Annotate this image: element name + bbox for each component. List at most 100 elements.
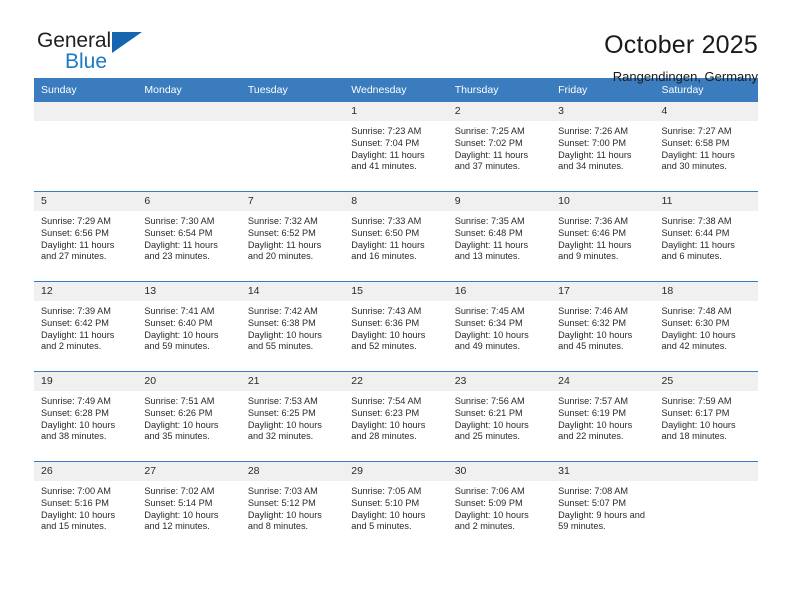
- calendar-day-cell[interactable]: 15 Sunrise: 7:43 AM Sunset: 6:36 PM Dayligh…: [344, 281, 448, 372]
- day-number: 12: [34, 282, 138, 301]
- weekday-header-monday: Monday: [137, 78, 241, 102]
- weekday-header-wednesday: Wednesday: [344, 78, 448, 102]
- title-block: October 2025 Rangendingen, Germany: [604, 30, 758, 85]
- day-number: 2: [447, 102, 552, 121]
- sunset-text: Sunset: 5:10 PM: [351, 497, 420, 508]
- calendar-day-cell[interactable]: 25 Sunrise: 7:59 AM Sunset: 6:17 PM Dayligh…: [654, 371, 758, 462]
- calendar-day-cell[interactable]: 2 Sunrise: 7:25 AM Sunset: 7:02 PM Daylight…: [447, 102, 552, 192]
- day-number: [34, 102, 138, 121]
- sunrise-text: Sunrise: 7:57 AM: [558, 396, 629, 406]
- sunrise-text: Sunrise: 7:08 AM: [558, 486, 629, 496]
- sunrise-text: Sunrise: 7:39 AM: [41, 306, 111, 316]
- calendar-day-cell[interactable]: 11 Sunrise: 7:38 AM Sunset: 6:44 PM Dayligh…: [654, 191, 758, 282]
- sunset-text: Sunset: 6:34 PM: [454, 317, 523, 328]
- calendar-day-cell[interactable]: 4 Sunrise: 7:27 AM Sunset: 6:58 PM Daylight…: [654, 102, 758, 192]
- calendar-day-cell[interactable]: 1 Sunrise: 7:23 AM Sunset: 7:04 PM Daylight…: [344, 102, 448, 192]
- day-details: Sunrise: 7:56 AM Sunset: 6:21 PM Daylight:…: [448, 391, 551, 443]
- day-number: 8: [344, 192, 448, 211]
- daylight-text: Daylight: 10 hours and 45 minutes.: [558, 329, 633, 352]
- sunrise-text: Sunrise: 7:59 AM: [661, 396, 732, 406]
- sunset-text: Sunset: 6:21 PM: [454, 407, 523, 418]
- day-number: 29: [344, 462, 448, 481]
- sunrise-text: Sunrise: 7:53 AM: [247, 396, 318, 406]
- calendar-day-cell[interactable]: 29 Sunrise: 7:05 AM Sunset: 5:10 PM Dayligh…: [344, 461, 448, 551]
- day-number: 11: [654, 192, 758, 211]
- location-subtitle: Rangendingen, Germany: [612, 69, 758, 84]
- sunrise-text: Sunrise: 7:36 AM: [558, 216, 629, 226]
- sunset-text: Sunset: 6:28 PM: [41, 407, 109, 418]
- weekday-header-thursday: Thursday: [447, 78, 552, 102]
- day-details: Sunrise: 7:29 AM Sunset: 6:56 PM Daylight:…: [34, 211, 137, 263]
- day-details: Sunrise: 7:26 AM Sunset: 7:00 PM Daylight:…: [551, 121, 654, 173]
- sunrise-text: Sunrise: 7:54 AM: [351, 396, 422, 406]
- calendar-day-cell[interactable]: 30 Sunrise: 7:06 AM Sunset: 5:09 PM Dayligh…: [447, 461, 552, 551]
- sunset-text: Sunset: 7:02 PM: [454, 137, 523, 148]
- sunset-text: Sunset: 6:50 PM: [351, 227, 420, 238]
- calendar-day-cell[interactable]: 27 Sunrise: 7:02 AM Sunset: 5:14 PM Dayligh…: [137, 461, 241, 551]
- sunrise-text: Sunrise: 7:42 AM: [247, 306, 318, 316]
- calendar-day-cell[interactable]: 3 Sunrise: 7:26 AM Sunset: 7:00 PM Daylight…: [551, 102, 655, 192]
- daylight-text: Daylight: 9 hours and 59 minutes.: [558, 509, 645, 532]
- calendar-day-cell[interactable]: 19 Sunrise: 7:49 AM Sunset: 6:28 PM Dayligh…: [34, 371, 138, 462]
- daylight-text: Daylight: 10 hours and 55 minutes.: [247, 329, 322, 352]
- day-details: Sunrise: 7:32 AM Sunset: 6:52 PM Daylight:…: [241, 211, 344, 263]
- day-details: Sunrise: 7:06 AM Sunset: 5:09 PM Daylight:…: [448, 481, 551, 533]
- daylight-text: Daylight: 10 hours and 38 minutes.: [41, 419, 116, 442]
- calendar-day-cell[interactable]: 13 Sunrise: 7:41 AM Sunset: 6:40 PM Dayligh…: [137, 281, 241, 372]
- calendar-day-cell[interactable]: 23 Sunrise: 7:56 AM Sunset: 6:21 PM Dayligh…: [447, 371, 552, 462]
- calendar-day-cell[interactable]: 9 Sunrise: 7:35 AM Sunset: 6:48 PM Daylight…: [447, 191, 552, 282]
- calendar-day-cell[interactable]: 12 Sunrise: 7:39 AM Sunset: 6:42 PM Dayligh…: [34, 281, 138, 372]
- day-number: 10: [551, 192, 655, 211]
- calendar-day-cell[interactable]: 17 Sunrise: 7:46 AM Sunset: 6:32 PM Dayligh…: [551, 281, 655, 372]
- calendar-day-cell-empty: [240, 102, 345, 192]
- sunset-text: Sunset: 6:30 PM: [661, 317, 730, 328]
- day-number: [240, 102, 345, 121]
- calendar-day-cell[interactable]: 20 Sunrise: 7:51 AM Sunset: 6:26 PM Dayligh…: [137, 371, 241, 462]
- calendar-day-cell[interactable]: 16 Sunrise: 7:45 AM Sunset: 6:34 PM Dayligh…: [447, 281, 552, 372]
- calendar-week-row: 12 Sunrise: 7:39 AM Sunset: 6:42 PM Dayligh…: [34, 281, 758, 372]
- sunset-text: Sunset: 6:25 PM: [247, 407, 316, 418]
- day-details: Sunrise: 7:57 AM Sunset: 6:19 PM Daylight:…: [551, 391, 654, 443]
- calendar-day-cell[interactable]: 26 Sunrise: 7:00 AM Sunset: 5:16 PM Dayligh…: [34, 461, 138, 551]
- calendar-day-cell[interactable]: 6 Sunrise: 7:30 AM Sunset: 6:54 PM Daylight…: [137, 191, 241, 282]
- calendar-day-cell[interactable]: 5 Sunrise: 7:29 AM Sunset: 6:56 PM Daylight…: [34, 191, 138, 282]
- page-header: General Blue October 2025 Rangendingen, …: [34, 0, 758, 85]
- day-number: [137, 102, 241, 121]
- sunset-text: Sunset: 6:58 PM: [661, 137, 730, 148]
- calendar-day-cell[interactable]: 21 Sunrise: 7:53 AM Sunset: 6:25 PM Dayligh…: [240, 371, 345, 462]
- daylight-text: Daylight: 10 hours and 25 minutes.: [454, 419, 529, 442]
- daylight-text: Daylight: 11 hours and 6 minutes.: [661, 239, 735, 262]
- sunset-text: Sunset: 6:19 PM: [558, 407, 627, 418]
- calendar-day-cell-empty: [34, 102, 138, 192]
- day-details: Sunrise: 7:39 AM Sunset: 6:42 PM Daylight:…: [34, 301, 137, 353]
- calendar-day-cell[interactable]: 28 Sunrise: 7:03 AM Sunset: 5:12 PM Dayligh…: [240, 461, 345, 551]
- day-details: Sunrise: 7:54 AM Sunset: 6:23 PM Daylight:…: [344, 391, 447, 443]
- daylight-text: Daylight: 10 hours and 5 minutes.: [351, 509, 426, 532]
- day-number: 21: [240, 372, 345, 391]
- calendar-day-cell[interactable]: 10 Sunrise: 7:36 AM Sunset: 6:46 PM Dayligh…: [551, 191, 655, 282]
- day-details: Sunrise: 7:30 AM Sunset: 6:54 PM Daylight:…: [137, 211, 240, 263]
- daylight-text: Daylight: 11 hours and 27 minutes.: [41, 239, 115, 262]
- day-details: Sunrise: 7:59 AM Sunset: 6:17 PM Daylight:…: [655, 391, 758, 443]
- day-details: Sunrise: 7:41 AM Sunset: 6:40 PM Daylight:…: [137, 301, 240, 353]
- sunset-text: Sunset: 7:00 PM: [558, 137, 627, 148]
- sunrise-text: Sunrise: 7:32 AM: [247, 216, 318, 226]
- day-number: 24: [551, 372, 655, 391]
- calendar-day-cell[interactable]: 18 Sunrise: 7:48 AM Sunset: 6:30 PM Dayligh…: [654, 281, 758, 372]
- daylight-text: Daylight: 11 hours and 23 minutes.: [144, 239, 218, 262]
- day-number: 19: [34, 372, 138, 391]
- calendar-day-cell[interactable]: 14 Sunrise: 7:42 AM Sunset: 6:38 PM Dayligh…: [240, 281, 345, 372]
- calendar-day-cell[interactable]: 7 Sunrise: 7:32 AM Sunset: 6:52 PM Daylight…: [240, 191, 345, 282]
- calendar-day-cell[interactable]: 31 Sunrise: 7:08 AM Sunset: 5:07 PM Dayligh…: [551, 461, 655, 551]
- sunset-text: Sunset: 6:38 PM: [247, 317, 316, 328]
- daylight-text: Daylight: 11 hours and 34 minutes.: [558, 149, 632, 172]
- calendar-day-cell[interactable]: 8 Sunrise: 7:33 AM Sunset: 6:50 PM Daylight…: [344, 191, 448, 282]
- day-number: 13: [137, 282, 241, 301]
- calendar-page: General Blue October 2025 Rangendingen, …: [0, 0, 792, 612]
- calendar-day-cell[interactable]: 24 Sunrise: 7:57 AM Sunset: 6:19 PM Dayligh…: [551, 371, 655, 462]
- daylight-text: Daylight: 10 hours and 15 minutes.: [41, 509, 116, 532]
- day-number: 15: [344, 282, 448, 301]
- calendar-day-cell[interactable]: 22 Sunrise: 7:54 AM Sunset: 6:23 PM Dayligh…: [344, 371, 448, 462]
- sunrise-text: Sunrise: 7:46 AM: [558, 306, 629, 316]
- sunrise-text: Sunrise: 7:45 AM: [454, 306, 525, 316]
